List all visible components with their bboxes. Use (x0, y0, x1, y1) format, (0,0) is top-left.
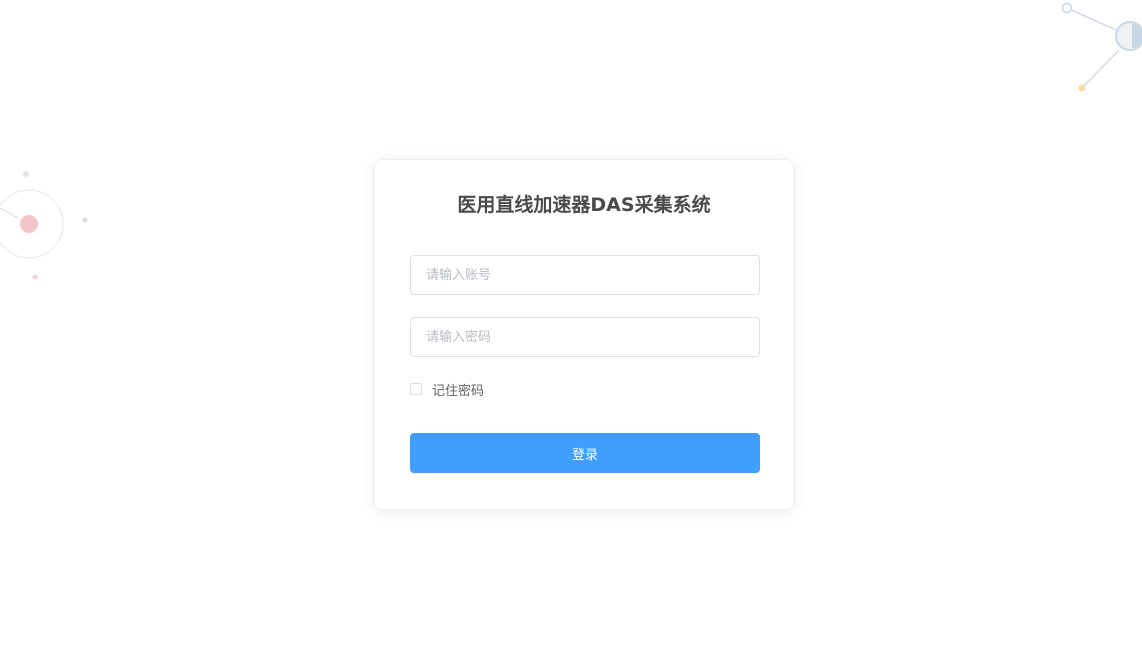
grey-dot (82, 217, 88, 223)
login-page: 医用直线加速器DAS采集系统 记住密码 登录 (0, 0, 1142, 664)
password-input[interactable] (410, 317, 760, 357)
pink-dot (32, 274, 38, 280)
ring-circle (0, 189, 64, 259)
yellow-node-dot (1078, 84, 1086, 92)
large-node-circle (1115, 21, 1142, 51)
remember-password-option[interactable]: 记住密码 (410, 380, 485, 399)
remember-password-checkbox[interactable] (410, 383, 422, 395)
top-right-molecule-decoration (1061, 2, 1142, 92)
pink-node-dot (20, 215, 38, 233)
remember-password-label: 记住密码 (432, 383, 485, 399)
account-input[interactable] (410, 255, 760, 295)
login-card: 医用直线加速器DAS采集系统 记住密码 登录 (374, 159, 794, 510)
left-molecule-decoration (0, 171, 88, 280)
small-node-dot (1061, 2, 1073, 14)
login-button[interactable]: 登录 (410, 433, 760, 473)
login-title: 医用直线加速器DAS采集系统 (457, 194, 711, 216)
grey-dot (23, 171, 29, 177)
